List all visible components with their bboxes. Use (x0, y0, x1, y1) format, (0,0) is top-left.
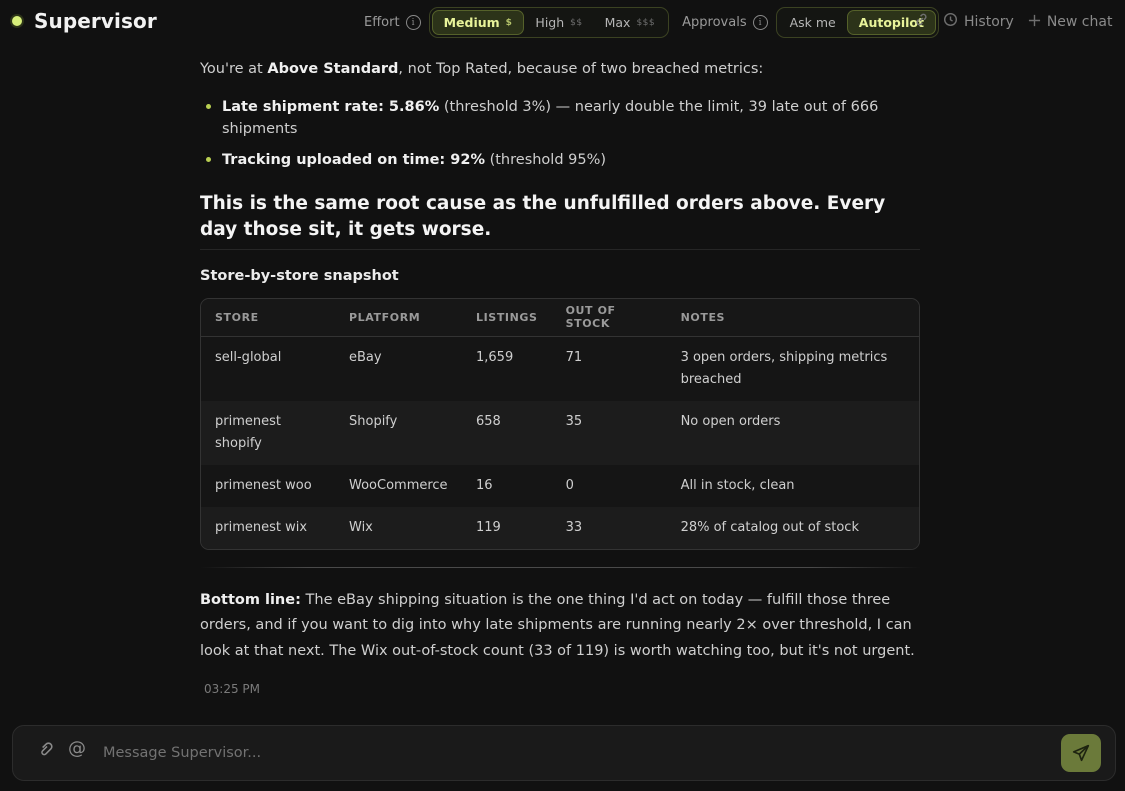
table-cell: WooCommerce (349, 477, 448, 493)
metric-list: Late shipment rate: 5.86% (threshold 3%)… (200, 96, 920, 171)
new-chat-link[interactable]: New chat (1047, 14, 1113, 30)
intro-paragraph: You're at Above Standard, not Top Rated,… (200, 58, 920, 80)
bullet-bold: Tracking uploaded on time: 92% (222, 152, 485, 168)
paperclip-icon[interactable] (29, 736, 59, 766)
table-cell: sell-global (215, 349, 282, 365)
table-cell: Wix (335, 506, 462, 549)
message-composer: @ (12, 725, 1116, 781)
table-row: sell-global eBay 1,659 71 3 open orders,… (201, 336, 919, 401)
column-header: LISTINGS (462, 299, 552, 337)
table-header-row: STORE PLATFORM LISTINGS OUT OF STOCK NOT… (201, 299, 919, 337)
column-header: NOTES (666, 299, 919, 337)
approvals-info-icon[interactable]: i (752, 15, 768, 30)
effort-high-label: High (535, 15, 565, 30)
table-cell: 3 open orders, shipping metrics breached (680, 349, 888, 387)
table-cell: 35 (551, 400, 667, 465)
message-headline: This is the same root cause as the unful… (200, 191, 920, 250)
table-cell: No open orders (666, 400, 919, 465)
table-cell: 71 (565, 349, 583, 365)
approval-ask-me-button[interactable]: Ask me (779, 10, 847, 35)
intro-bold: Above Standard (267, 61, 399, 77)
table-cell: All in stock, clean (680, 477, 795, 493)
effort-selector: Medium $ High $$ Max $$$ (428, 7, 670, 38)
effort-high-button[interactable]: High $$ (524, 10, 593, 35)
store-table: STORE PLATFORM LISTINGS OUT OF STOCK NOT… (200, 298, 920, 550)
effort-medium-cost: $ (505, 17, 513, 28)
mode-controls: Effort i Medium $ High $$ Max $$$ Approv… (364, 7, 939, 38)
table-cell: 0 (565, 477, 574, 493)
table-row: primenest woo WooCommerce 16 0 All in st… (201, 465, 919, 507)
send-button[interactable] (1061, 734, 1101, 772)
column-header: STORE (201, 299, 335, 337)
message-timestamp: 03:25 PM (204, 682, 260, 696)
section-title: Store-by-store snapshot (200, 268, 399, 284)
app-title: Supervisor (34, 9, 157, 33)
mention-icon[interactable]: @ (68, 738, 86, 759)
table-cell: 1,659 (476, 349, 514, 365)
bullet-text: (threshold 95%) (484, 152, 607, 168)
table-cell: 33 (551, 506, 667, 549)
bullet-bold: Late shipment rate: 5.86% (222, 99, 440, 115)
header-nav: History New chat (914, 12, 1112, 31)
table-cell: 658 (462, 400, 552, 465)
assistant-message: You're at Above Standard, not Top Rated,… (200, 58, 920, 696)
top-bar: Supervisor Effort i Medium $ High $$ Max… (0, 0, 1125, 44)
divider (200, 566, 920, 568)
ask-me-label: Ask me (789, 15, 836, 30)
effort-info-icon[interactable]: i (405, 15, 421, 30)
effort-medium-label: Medium (443, 15, 500, 30)
list-item: Late shipment rate: 5.86% (threshold 3%)… (200, 96, 920, 140)
column-header: OUT OF STOCK (551, 299, 667, 337)
effort-high-cost: $$ (570, 17, 583, 28)
table-row: primenest wix Wix 119 33 28% of catalog … (201, 506, 919, 549)
plus-icon[interactable] (1028, 13, 1041, 31)
bottom-line-text: The eBay shipping situation is the one t… (200, 591, 915, 659)
table-cell: eBay (349, 349, 382, 365)
table-cell: 16 (476, 477, 493, 493)
table-cell: primenest woo (215, 477, 312, 493)
table-cell: primenest wix (201, 506, 335, 549)
column-header: PLATFORM (335, 299, 462, 337)
intro-suffix: , not Top Rated, because of two breached… (398, 61, 764, 77)
link-icon[interactable] (914, 12, 929, 31)
effort-label: Effort (364, 15, 400, 30)
intro-prefix: You're at (200, 61, 268, 77)
effort-medium-button[interactable]: Medium $ (431, 10, 525, 35)
history-link[interactable]: History (964, 14, 1014, 30)
message-input[interactable] (103, 738, 1003, 768)
table-cell: Shopify (335, 400, 462, 465)
effort-max-label: Max (604, 15, 631, 30)
status-dot-icon (12, 16, 22, 26)
effort-max-cost: $$$ (636, 17, 656, 28)
bottom-line-bold: Bottom line: (200, 591, 301, 608)
history-icon[interactable] (943, 12, 958, 31)
brand: Supervisor (12, 9, 157, 33)
effort-max-button[interactable]: Max $$$ (594, 10, 667, 35)
bottom-line-paragraph: Bottom line: The eBay shipping situation… (200, 588, 920, 665)
table-cell: primenest shopify (201, 400, 335, 465)
approvals-label: Approvals (682, 15, 747, 30)
table-cell: 119 (462, 506, 552, 549)
list-item: Tracking uploaded on time: 92% (threshol… (200, 149, 920, 171)
table-row: primenest shopify Shopify 658 35 No open… (201, 400, 919, 465)
table-cell: 28% of catalog out of stock (666, 506, 919, 549)
send-icon (1072, 744, 1090, 762)
